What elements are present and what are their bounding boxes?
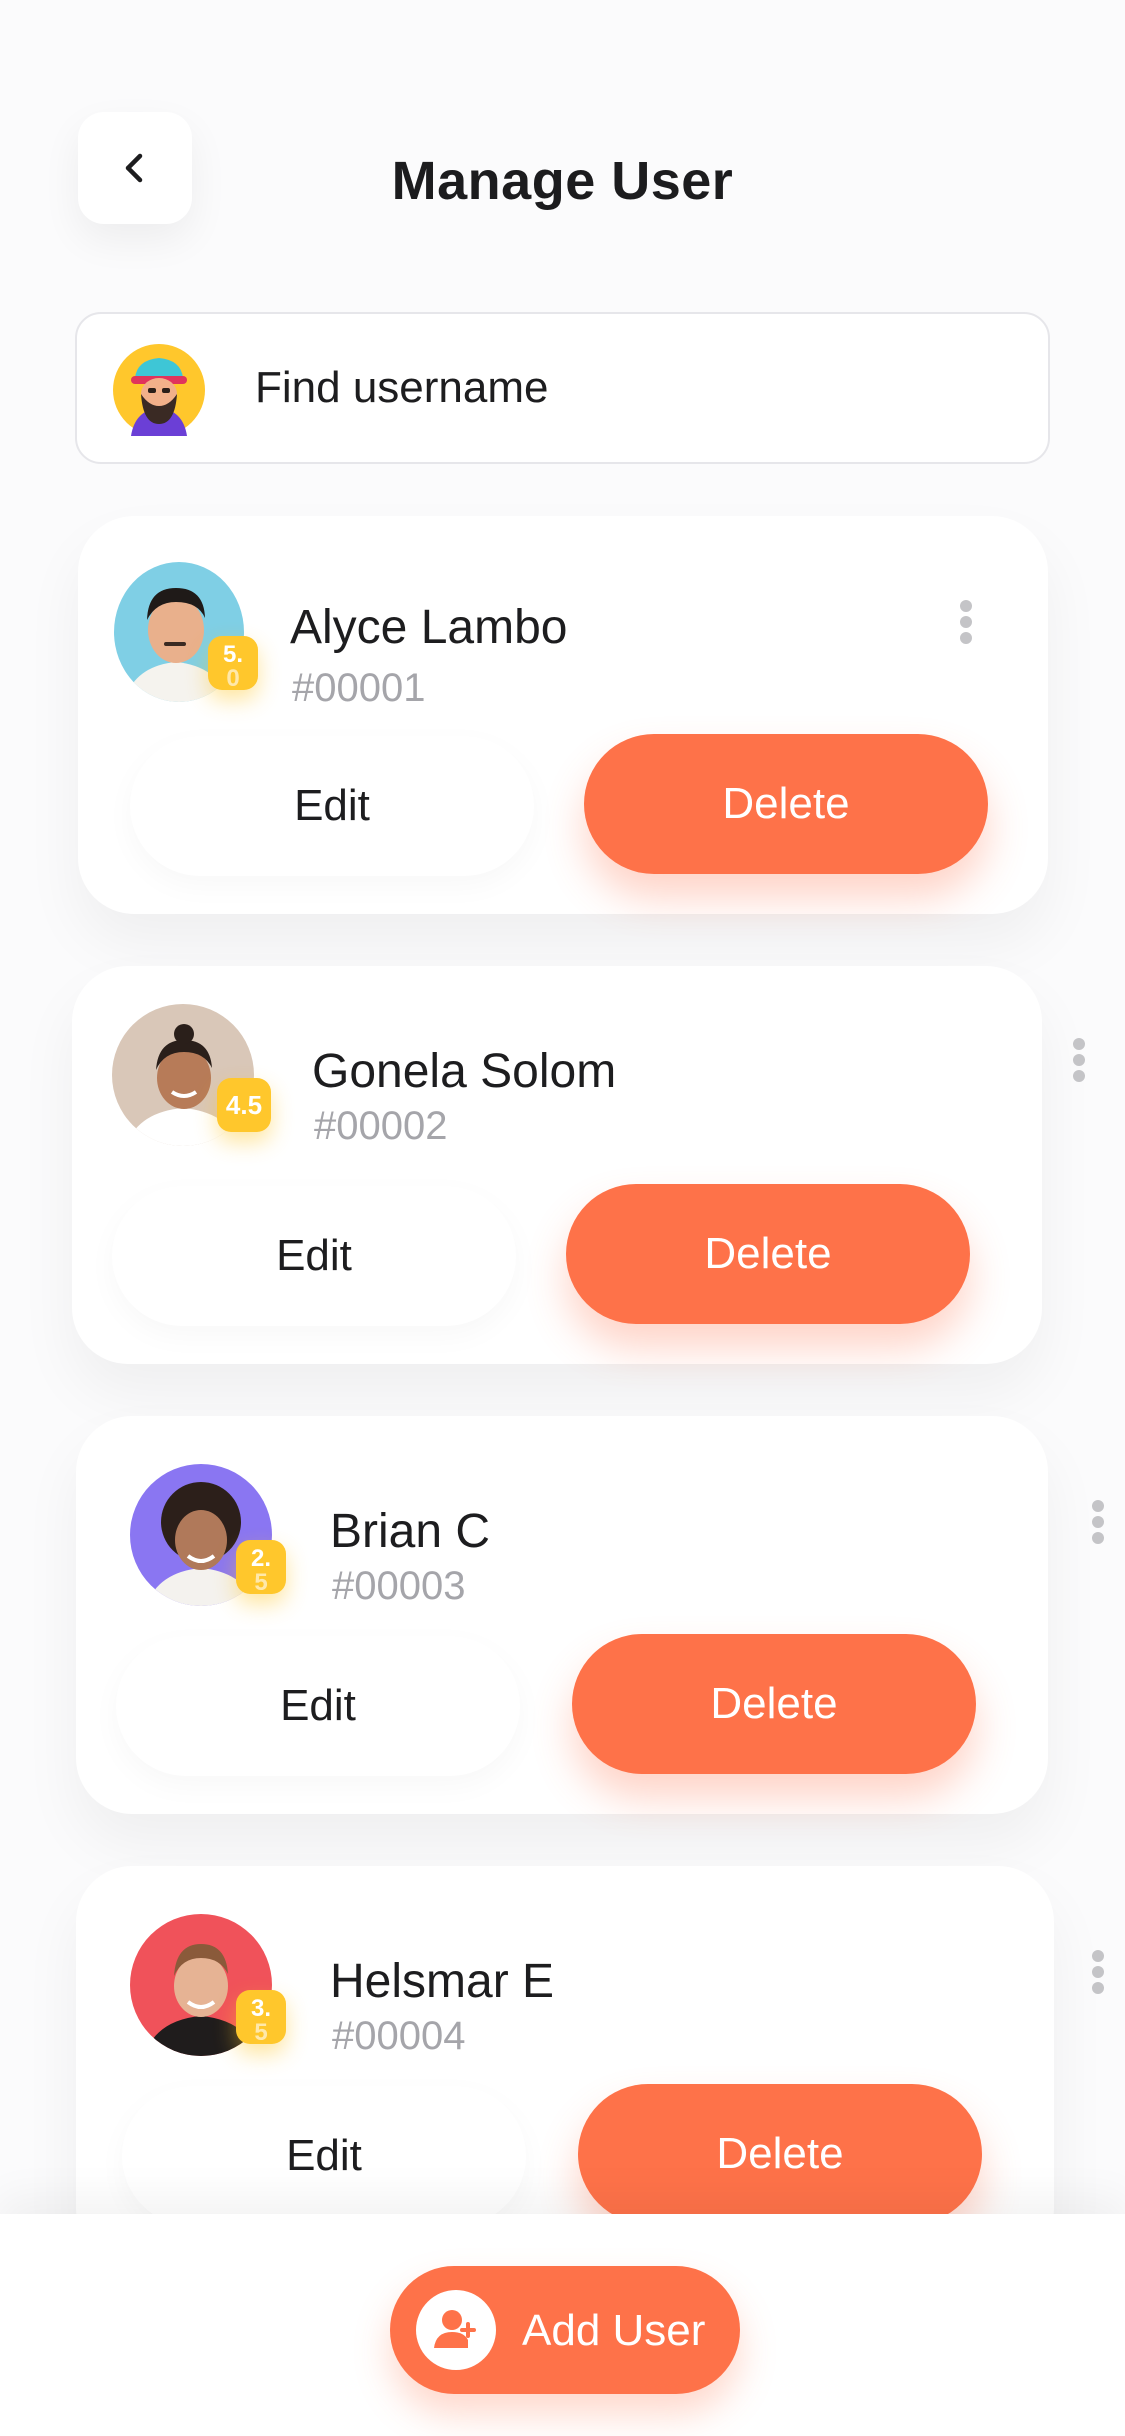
user-name: Brian C <box>330 1505 491 1558</box>
more-vertical-icon[interactable] <box>1073 1038 1085 1082</box>
rating-badge: 2. 5 <box>236 1540 286 1595</box>
bearded-man-avatar-icon <box>113 344 205 436</box>
user-name: Gonela Solom <box>312 1045 617 1098</box>
delete-button[interactable]: Delete <box>566 1184 970 1324</box>
user-card: 4.5 Gonela Solom #00002 Edit Delete <box>72 966 1042 1364</box>
delete-button[interactable]: Delete <box>578 2084 982 2224</box>
user-card: 3. 5 Helsmar E #00004 Edit Delete <box>76 1866 1054 2264</box>
search-bar[interactable] <box>75 312 1050 464</box>
add-user-label: Add User <box>522 2306 706 2355</box>
user-name: Helsmar E <box>330 1955 555 2008</box>
delete-button[interactable]: Delete <box>572 1634 976 1774</box>
user-id: #00004 <box>332 2014 466 2058</box>
edit-button[interactable]: Edit <box>122 2086 526 2226</box>
bottom-bar: Add User <box>0 2214 1125 2436</box>
rating-badge: 3. 5 <box>236 1990 286 2045</box>
edit-button[interactable]: Edit <box>130 736 534 876</box>
delete-button[interactable]: Delete <box>584 734 988 874</box>
add-user-button[interactable]: Add User <box>390 2266 740 2394</box>
page-title: Manage User <box>391 151 734 211</box>
user-id: #00002 <box>314 1104 448 1148</box>
more-vertical-icon[interactable] <box>1092 1950 1104 1994</box>
user-plus-icon <box>416 2290 496 2370</box>
user-name: Alyce Lambo <box>290 601 568 654</box>
user-id: #00003 <box>332 1564 466 1608</box>
user-id: #00001 <box>292 666 426 710</box>
search-input[interactable] <box>255 314 1015 462</box>
header: Manage User <box>0 0 1125 290</box>
rating-badge: 5. 0 <box>208 636 258 691</box>
more-vertical-icon[interactable] <box>1092 1500 1104 1544</box>
user-card: 2. 5 Brian C #00003 Edit Delete <box>76 1416 1048 1814</box>
edit-button[interactable]: Edit <box>116 1636 520 1776</box>
rating-badge: 4.5 <box>217 1078 271 1132</box>
user-card: 5. 0 Alyce Lambo #00001 Edit Delete <box>78 516 1048 914</box>
more-vertical-icon[interactable] <box>960 600 972 644</box>
edit-button[interactable]: Edit <box>112 1186 516 1326</box>
